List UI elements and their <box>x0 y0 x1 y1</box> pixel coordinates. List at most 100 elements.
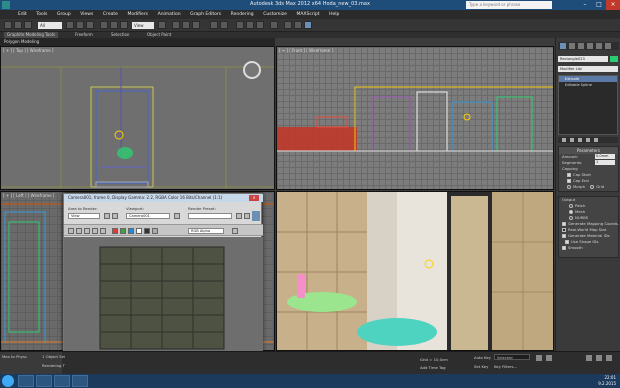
print-image-icon[interactable] <box>92 228 98 234</box>
viewport-dropdown[interactable]: Camera001 <box>126 213 170 219</box>
scale-icon[interactable] <box>120 21 128 29</box>
parameters-header[interactable]: Parameters <box>559 147 618 154</box>
show-end-result-icon[interactable] <box>570 138 574 142</box>
play-icon[interactable] <box>536 355 542 361</box>
system-clock[interactable]: 22:01 9.2.2015 <box>598 375 616 387</box>
object-name-field[interactable]: Rectangle023 <box>558 56 608 62</box>
viewport-camera[interactable]: [ + ] [ Camera001 ] [ Realistic ] <box>276 191 554 351</box>
rotate-icon[interactable] <box>110 21 118 29</box>
clone-window-icon[interactable] <box>84 228 90 234</box>
search-input[interactable]: Type a keyword or phrase <box>466 1 552 9</box>
edit-region-icon[interactable] <box>104 213 110 219</box>
remove-modifier-icon[interactable] <box>586 138 590 142</box>
menu-item[interactable]: Create <box>103 10 118 19</box>
align-icon[interactable] <box>220 21 228 29</box>
modifier-list-dropdown[interactable]: Modifier List <box>558 66 618 72</box>
maximize-icon[interactable]: □ <box>592 0 606 10</box>
menu-item[interactable]: Animation <box>158 10 181 19</box>
save-image-icon[interactable] <box>68 228 74 234</box>
pin-stack-icon[interactable] <box>562 138 566 142</box>
mesh-radio[interactable] <box>569 210 573 214</box>
close-icon[interactable]: × <box>249 195 259 201</box>
reference-coord-dropdown[interactable]: View <box>132 22 154 29</box>
green-channel-icon[interactable] <box>120 228 126 234</box>
undo-icon[interactable] <box>4 21 12 29</box>
material-editor-icon[interactable] <box>270 21 278 29</box>
3dsmax-task-icon[interactable] <box>54 375 70 387</box>
configure-sets-icon[interactable] <box>594 138 598 142</box>
modifier-stack[interactable]: Extrude Editable Spline <box>558 75 618 135</box>
minimize-icon[interactable]: – <box>578 0 592 10</box>
selection-filter-dropdown[interactable]: All <box>38 22 62 29</box>
menu-item[interactable]: Tools <box>36 10 47 19</box>
smooth-checkbox[interactable] <box>562 246 566 250</box>
orbit-icon[interactable] <box>606 355 612 361</box>
start-button-icon[interactable] <box>2 375 14 387</box>
red-channel-icon[interactable] <box>112 228 118 234</box>
viewcube-icon[interactable] <box>243 61 261 79</box>
swatch-icon[interactable] <box>152 228 158 234</box>
move-icon[interactable] <box>100 21 108 29</box>
lock-viewport-icon[interactable] <box>174 213 180 219</box>
grid-radio[interactable] <box>590 185 595 189</box>
create-tab-icon[interactable] <box>560 43 566 49</box>
frame-window-title[interactable]: Camera001, frame 0, Display Gamma: 2.2, … <box>64 194 263 202</box>
use-shape-checkbox[interactable] <box>565 240 569 244</box>
rendered-frame-window[interactable]: Camera001, frame 0, Display Gamma: 2.2, … <box>63 193 263 377</box>
modify-tab-icon[interactable] <box>569 43 575 49</box>
viewport-front[interactable]: [ + ] [ Front ] [ Wireframe ] <box>276 46 554 190</box>
menu-item[interactable]: Group <box>57 10 71 19</box>
snap-icon[interactable] <box>172 21 180 29</box>
toggle-ui-icon[interactable] <box>232 228 238 234</box>
schematic-icon[interactable] <box>256 21 264 29</box>
next-frame-icon[interactable] <box>546 355 552 361</box>
environment-icon[interactable] <box>244 213 250 219</box>
explorer-task-icon[interactable] <box>18 375 34 387</box>
gen-material-checkbox[interactable] <box>562 234 566 238</box>
menu-item[interactable]: Edit <box>18 10 27 19</box>
render-setup-icon[interactable] <box>284 21 292 29</box>
render-preset-dropdown[interactable] <box>188 213 232 219</box>
cap-start-checkbox[interactable] <box>567 173 571 177</box>
morph-radio[interactable] <box>567 185 571 189</box>
stack-item-editable-spline[interactable]: Editable Spline <box>559 82 617 88</box>
key-filters-button[interactable]: Key Filters... <box>494 364 517 369</box>
menu-item[interactable]: Help <box>329 10 339 19</box>
area-to-render-dropdown[interactable]: View <box>68 213 100 219</box>
alpha-channel-icon[interactable] <box>136 228 142 234</box>
selected-dropdown[interactable]: Selected <box>494 354 530 360</box>
real-world-checkbox[interactable] <box>562 228 566 232</box>
percent-snap-icon[interactable] <box>192 21 200 29</box>
menu-item[interactable]: Views <box>80 10 93 19</box>
viewport-top[interactable]: [ + ] [ Top ] [ Wireframe ] <box>0 46 275 190</box>
patch-radio[interactable] <box>569 204 573 208</box>
blue-channel-icon[interactable] <box>128 228 134 234</box>
layer-icon[interactable] <box>236 21 244 29</box>
render-icon[interactable] <box>304 21 312 29</box>
render-button[interactable] <box>252 211 260 221</box>
pan-icon[interactable] <box>596 355 602 361</box>
auto-region-icon[interactable] <box>112 213 118 219</box>
nurbs-radio[interactable] <box>569 216 573 220</box>
display-tab-icon[interactable] <box>596 43 602 49</box>
close-icon[interactable]: × <box>606 0 620 10</box>
polygon-modeling-label[interactable]: Polygon Modeling <box>4 39 39 44</box>
link-icon[interactable] <box>24 21 32 29</box>
pivot-icon[interactable] <box>158 21 166 29</box>
render-setup-icon[interactable] <box>236 213 242 219</box>
angle-snap-icon[interactable] <box>182 21 190 29</box>
gen-mapping-checkbox[interactable] <box>562 222 566 226</box>
menu-item[interactable]: Graph Editors <box>190 10 221 19</box>
menu-item[interactable]: Rendering <box>231 10 254 19</box>
channel-dropdown[interactable]: RGB Alpha <box>188 228 224 234</box>
make-unique-icon[interactable] <box>578 138 582 142</box>
menu-item[interactable]: Modifiers <box>127 10 148 19</box>
segments-field[interactable]: 1 <box>595 160 615 165</box>
set-key-button[interactable]: Set Key <box>474 364 488 369</box>
region-select-icon[interactable] <box>86 21 94 29</box>
status-maxscript[interactable]: Max to Physc <box>2 354 27 359</box>
select-icon[interactable] <box>66 21 74 29</box>
auto-key-label[interactable]: Auto Key <box>474 355 491 360</box>
browser-task-icon[interactable] <box>36 375 52 387</box>
smooth-row[interactable]: Smooth <box>559 245 618 251</box>
